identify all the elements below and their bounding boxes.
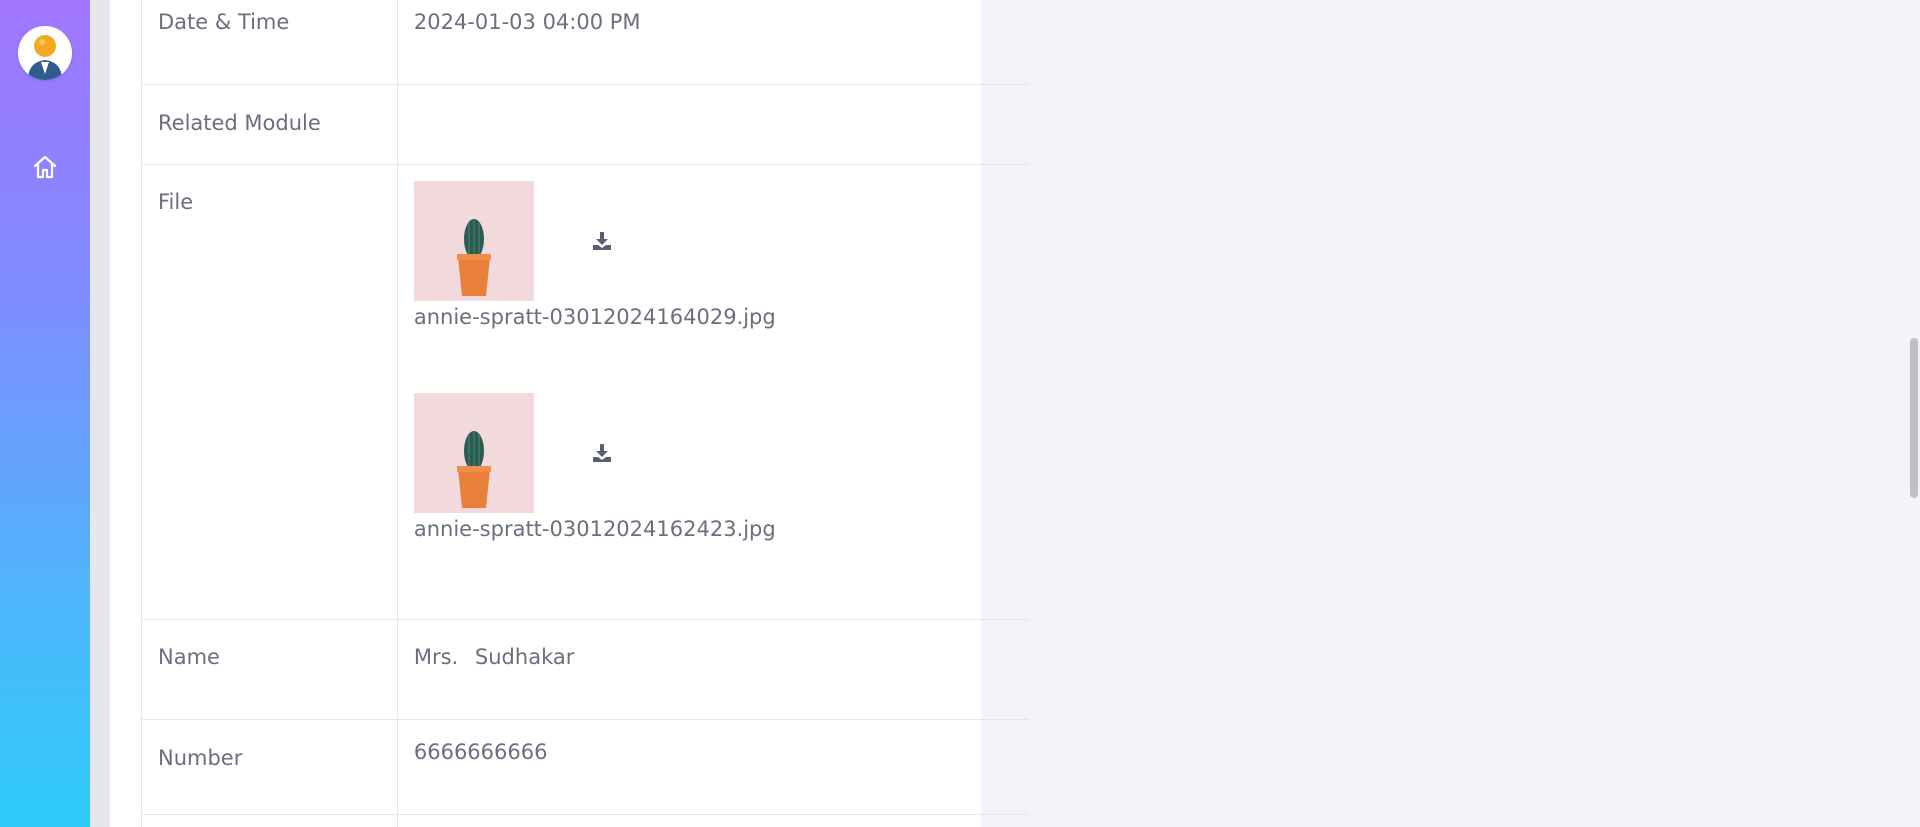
home-icon: [33, 155, 57, 179]
number-label: Number: [141, 718, 398, 814]
download-icon: [592, 231, 611, 250]
row-file: File annie-spratt-03012024164029.jpg ann…: [141, 163, 1029, 619]
user-avatar-icon: [18, 26, 72, 80]
name-label: Name: [141, 618, 398, 719]
row-datetime: Date & Time 2024-01-03 04:00 PM: [141, 0, 1029, 84]
row-next: [141, 813, 1029, 827]
datetime-value: 2024-01-03 04:00 PM: [397, 0, 982, 84]
cactus-image-icon: [413, 180, 534, 301]
file-name[interactable]: annie-spratt-03012024162423.jpg: [414, 517, 965, 541]
download-button[interactable]: [590, 441, 614, 465]
download-button[interactable]: [590, 229, 614, 253]
file-label: File: [141, 163, 398, 619]
name-text: Sudhakar: [474, 644, 575, 669]
row-related-module: Related Module: [141, 83, 1029, 164]
name-value: Mrs. Sudhakar: [397, 618, 982, 719]
details-table: Date & Time 2024-01-03 04:00 PM Related …: [141, 0, 1029, 827]
number-value: 6666666666: [397, 718, 982, 814]
download-icon: [592, 443, 611, 462]
cactus-image-icon: [413, 392, 534, 513]
name-title: Mrs.: [413, 644, 459, 669]
sidebar: [0, 0, 90, 827]
row-number: Number 6666666666: [141, 718, 1029, 814]
file-name[interactable]: annie-spratt-03012024164029.jpg: [414, 305, 965, 329]
datetime-label: Date & Time: [141, 0, 398, 84]
row-name: Name Mrs. Sudhakar: [141, 618, 1029, 719]
file-value: annie-spratt-03012024164029.jpg annie-sp…: [397, 163, 982, 619]
file-thumbnail[interactable]: [413, 392, 534, 513]
home-button[interactable]: [30, 152, 60, 182]
file-item: annie-spratt-03012024164029.jpg: [413, 180, 965, 393]
user-avatar[interactable]: [18, 26, 72, 80]
related-module-label: Related Module: [141, 83, 398, 164]
content-gutter: [90, 0, 110, 827]
file-thumbnail[interactable]: [413, 180, 534, 301]
scrollbar-thumb[interactable]: [1910, 338, 1918, 498]
file-item: annie-spratt-03012024162423.jpg: [413, 392, 965, 605]
related-module-value: [397, 83, 982, 164]
